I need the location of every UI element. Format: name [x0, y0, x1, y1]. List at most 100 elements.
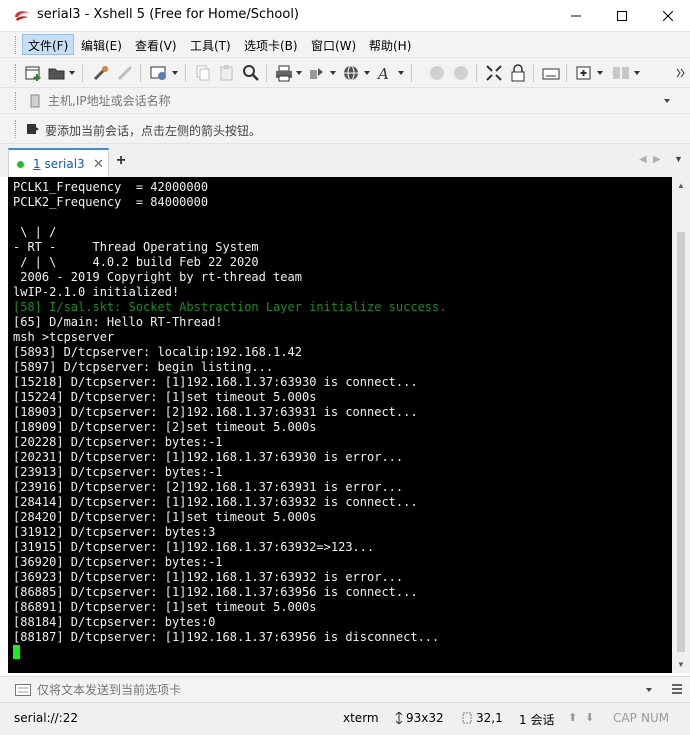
maximize-button[interactable] — [599, 0, 645, 31]
tab-scroll-right-icon[interactable]: ▶ — [653, 154, 661, 165]
bookmark-icon[interactable] — [28, 94, 42, 108]
tab-title: serial3 — [44, 157, 85, 171]
close-icon — [663, 10, 673, 21]
properties-dropdown-icon[interactable] — [172, 71, 178, 75]
cursor-position-icon — [462, 712, 472, 724]
session-hint-text: 要添加当前会话，点击左侧的箭头按钮。 — [45, 124, 262, 138]
window-title: serial3 - Xshell 5 (Free for Home/School… — [37, 7, 300, 22]
toolbar-grip[interactable] — [15, 64, 17, 82]
globe-icon[interactable] — [342, 64, 360, 82]
scroll-up-icon[interactable]: ▲ — [672, 177, 690, 194]
copy-icon[interactable] — [194, 64, 212, 82]
menu-tools[interactable]: 工具(T) — [184, 34, 237, 55]
connection-status-dot — [17, 161, 24, 168]
terminal-line: [88187] D/tcpserver: [1]192.168.1.37:639… — [13, 630, 440, 644]
menu-file[interactable]: 文件(F) — [22, 34, 75, 55]
globe-dropdown-icon[interactable] — [364, 71, 370, 75]
terminal-line: / | \ 4.0.2 build Feb 22 2020 — [13, 255, 259, 269]
terminal-type: xterm — [343, 711, 379, 725]
toolbar-separator — [266, 64, 267, 82]
toolbar-overflow-icon[interactable] — [674, 64, 686, 82]
record-icon[interactable] — [452, 64, 470, 82]
paste-icon[interactable] — [218, 64, 236, 82]
terminal-line: [15218] D/tcpserver: [1]192.168.1.37:639… — [13, 375, 418, 389]
properties-icon[interactable] — [150, 64, 168, 82]
hint-grip[interactable] — [15, 120, 17, 138]
compose-dropdown-icon[interactable] — [646, 688, 652, 692]
terminal-line: [20231] D/tcpserver: [1]192.168.1.37:639… — [13, 450, 404, 464]
terminal-view[interactable]: PCLK1_Frequency = 42000000 PCLK2_Frequenc… — [8, 177, 672, 673]
menu-tabs[interactable]: 选项卡(B) — [238, 34, 304, 55]
host-address-input[interactable] — [48, 91, 678, 111]
terminal-line: [20228] D/tcpserver: bytes:-1 — [13, 435, 223, 449]
disconnect-icon[interactable] — [116, 64, 134, 82]
new-tab-icon[interactable] — [575, 64, 593, 82]
tab-label: 1 serial3 — [33, 157, 85, 171]
terminal-line: PCLK2_Frequency = 84000000 — [13, 195, 209, 209]
menu-window[interactable]: 窗口(W) — [305, 34, 362, 55]
close-button[interactable] — [645, 0, 690, 31]
toolbar-separator — [476, 64, 477, 82]
cursor-position: 32,1 — [476, 711, 503, 725]
scroll-up-status-icon[interactable]: ⬆ — [568, 711, 577, 724]
session-count: 1 会话 — [519, 713, 555, 727]
font-icon[interactable]: A — [376, 64, 394, 82]
scroll-thumb[interactable] — [677, 232, 685, 652]
compose-input[interactable] — [37, 680, 647, 700]
terminal-line: [86891] D/tcpserver: [1]set timeout 5.00… — [13, 600, 317, 614]
terminal-line: msh >tcpserver — [13, 330, 115, 344]
add-session-arrow-icon[interactable] — [26, 122, 40, 136]
minimize-icon — [571, 15, 581, 16]
tab-close-icon[interactable]: ✕ — [93, 156, 104, 172]
terminal-line: - RT - Thread Operating System — [13, 240, 259, 254]
menu-grip[interactable] — [15, 36, 17, 54]
open-folder-icon[interactable] — [48, 64, 66, 82]
xshell-logo-icon — [15, 11, 29, 21]
find-icon[interactable] — [242, 64, 260, 82]
compose-bar — [0, 676, 690, 702]
menu-help[interactable]: 帮助(H) — [363, 34, 417, 55]
new-session-icon[interactable] — [24, 64, 42, 82]
address-dropdown-icon[interactable] — [664, 99, 670, 103]
address-grip[interactable] — [15, 92, 17, 110]
tab-scroll-left-icon[interactable]: ◀ — [639, 154, 647, 165]
compose-keyboard-icon[interactable] — [15, 684, 31, 696]
tab-serial3[interactable]: 1 serial3 ✕ — [8, 148, 109, 178]
terminal-scrollbar[interactable]: ▲ ▼ — [672, 177, 690, 673]
layout-icon[interactable] — [612, 64, 630, 82]
transfer-icon[interactable] — [308, 64, 326, 82]
terminal-line: [5893] D/tcpserver: localip:192.168.1.42 — [13, 345, 302, 359]
terminal-line: [5897] D/tcpserver: begin listing... — [13, 360, 274, 374]
terminal-line: [88184] D/tcpserver: bytes:0 — [13, 615, 216, 629]
toolbar-separator — [411, 64, 412, 82]
tab-list-icon[interactable]: ▼ — [674, 154, 683, 164]
minimize-button[interactable] — [553, 0, 599, 31]
menu-bar: 文件(F) 编辑(E) 查看(V) 工具(T) 选项卡(B) 窗口(W) 帮助(… — [0, 31, 690, 57]
scroll-down-status-icon[interactable]: ⬇ — [585, 711, 594, 724]
open-dropdown-icon[interactable] — [69, 71, 75, 75]
lock-icon[interactable] — [509, 64, 527, 82]
keyboard-icon[interactable] — [542, 64, 560, 82]
caps-lock-indicator: CAP — [613, 711, 637, 725]
print-icon[interactable] — [275, 64, 293, 82]
print-dropdown-icon[interactable] — [296, 71, 302, 75]
terminal-line: [36923] D/tcpserver: [1]192.168.1.37:639… — [13, 570, 404, 584]
add-tab-button[interactable]: + — [111, 149, 131, 175]
terminal-line: \ | / — [13, 225, 57, 239]
font-dropdown-icon[interactable] — [398, 71, 404, 75]
layout-dropdown-icon[interactable] — [634, 71, 640, 75]
terminal-line: [58] I/sal.skt: Socket Abstraction Layer… — [13, 300, 447, 314]
menu-edit[interactable]: 编辑(E) — [75, 34, 128, 55]
scroll-down-icon[interactable]: ▼ — [672, 656, 690, 673]
script-icon[interactable] — [428, 64, 446, 82]
transfer-dropdown-icon[interactable] — [330, 71, 336, 75]
fullscreen-icon[interactable] — [485, 64, 503, 82]
terminal-line: [15224] D/tcpserver: [1]set timeout 5.00… — [13, 390, 317, 404]
terminal-line: [31915] D/tcpserver: [1]192.168.1.37:639… — [13, 540, 375, 554]
connect-icon[interactable] — [92, 64, 110, 82]
size-icon — [395, 712, 403, 724]
compose-menu-icon[interactable] — [671, 682, 683, 696]
new-tab-dropdown-icon[interactable] — [597, 71, 603, 75]
menu-view[interactable]: 查看(V) — [129, 34, 183, 55]
toolbar: A — [0, 57, 690, 87]
